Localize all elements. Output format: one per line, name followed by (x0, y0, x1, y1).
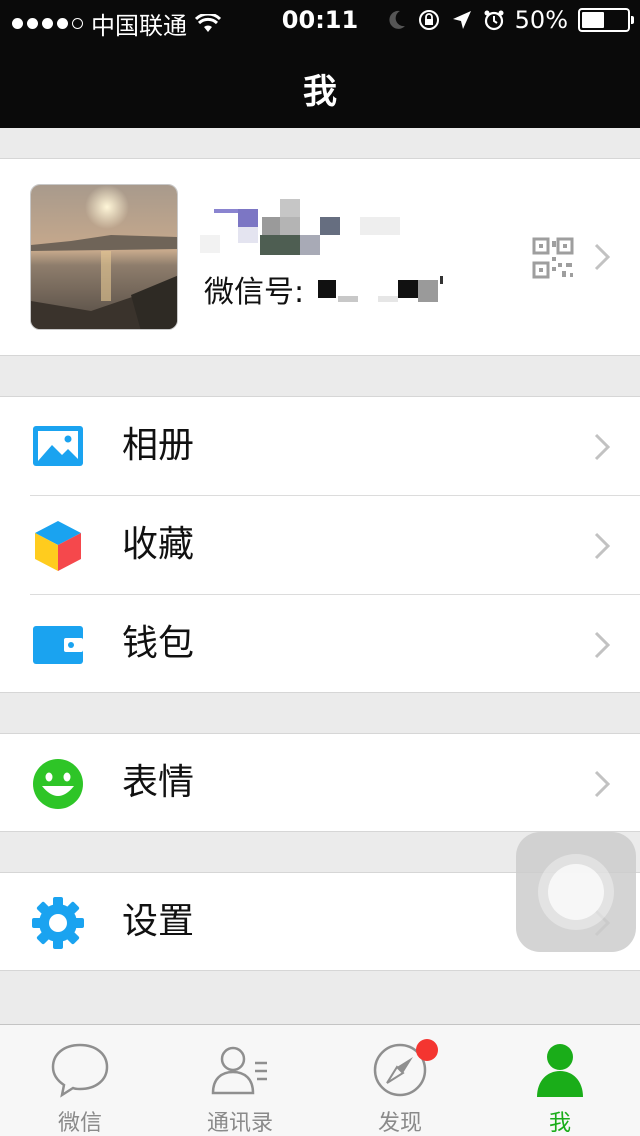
chevron-right-icon (594, 243, 610, 271)
menu-item-label: 相册 (122, 425, 195, 466)
menu-item-label: 设置 (122, 901, 195, 942)
tab-label: 我 (548, 1111, 571, 1136)
photo-album-icon (33, 426, 83, 466)
alarm-clock-icon (484, 10, 504, 31)
battery-fill (582, 12, 604, 28)
top-bar: 中国联通 00:11 50% 我 (0, 0, 640, 128)
menu-item-stickers[interactable]: 表情 (0, 734, 640, 833)
menu-item-favorites[interactable]: 收藏 (0, 496, 640, 595)
contacts-icon (211, 1046, 267, 1095)
status-bar: 中国联通 00:11 50% (0, 0, 640, 40)
chevron-right-icon (594, 433, 610, 461)
wallet-icon (33, 626, 83, 664)
wechat-id-pixelated (318, 276, 444, 302)
menu-group-2: 表情 (0, 733, 640, 832)
wechat-id-label: 微信号: (204, 275, 305, 310)
tab-label: 发现 (377, 1111, 422, 1136)
assistive-touch-center (548, 864, 604, 920)
page-title: 我 (303, 72, 337, 112)
gear-icon (32, 897, 84, 949)
menu-item-album[interactable]: 相册 (0, 397, 640, 496)
battery-icon (578, 8, 634, 32)
menu-item-label: 收藏 (122, 524, 195, 565)
tab-bar: 微信 通讯录 发现 我 (0, 1024, 640, 1136)
smiley-face-icon (33, 759, 83, 809)
tab-chats[interactable]: 微信 (0, 1025, 160, 1136)
tab-label: 微信 (57, 1111, 102, 1136)
menu-group-1: 相册 收藏 钱包 (0, 396, 640, 693)
menu-item-wallet[interactable]: 钱包 (0, 595, 640, 694)
status-right: 50% (387, 6, 634, 34)
tab-contacts[interactable]: 通讯录 (160, 1025, 320, 1136)
chevron-right-icon (594, 532, 610, 560)
wechat-id-row: 微信号: (204, 267, 468, 311)
chevron-right-icon (594, 631, 610, 659)
avatar[interactable] (30, 184, 178, 330)
battery-percent: 50% (514, 6, 568, 34)
chevron-right-icon (594, 770, 610, 798)
person-icon (537, 1044, 583, 1097)
tab-discover[interactable]: 发现 (320, 1025, 480, 1136)
moon-icon (389, 10, 405, 29)
tab-me[interactable]: 我 (480, 1025, 640, 1136)
avatar-sunset-image (31, 185, 177, 329)
rotation-lock-icon (418, 10, 439, 30)
name-pixelated (200, 199, 400, 255)
assistive-touch-button[interactable] (516, 832, 636, 952)
menu-item-label: 表情 (122, 762, 195, 803)
menu-item-label: 钱包 (122, 623, 195, 664)
tab-label: 通讯录 (206, 1111, 273, 1136)
favorites-cube-icon (35, 521, 81, 571)
profile-card[interactable]: 微信号: (0, 158, 640, 356)
location-arrow-icon (452, 11, 471, 29)
chat-bubble-icon (51, 1043, 109, 1098)
qr-code-icon[interactable] (532, 237, 574, 279)
notification-badge (416, 1039, 438, 1061)
